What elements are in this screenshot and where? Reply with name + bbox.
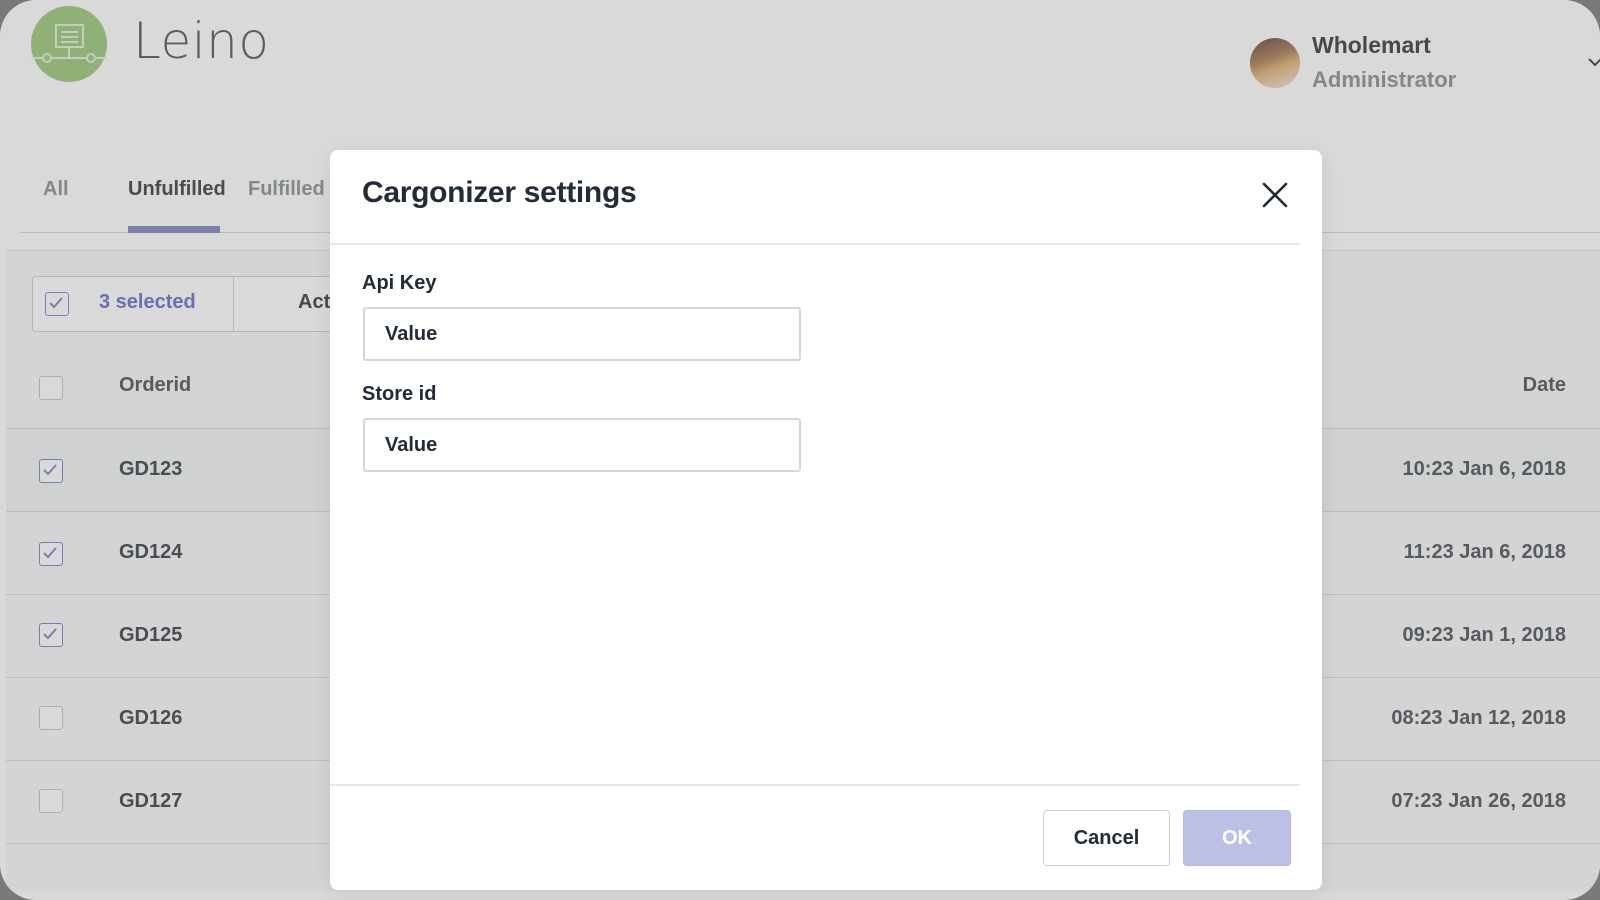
api-key-label: Api Key	[362, 272, 437, 294]
cargonizer-settings-dialog: Cargonizer settings Api Key Store id Can…	[330, 150, 1322, 890]
cancel-button[interactable]: Cancel	[1043, 810, 1170, 866]
ok-button[interactable]: OK	[1183, 810, 1291, 866]
divider	[330, 243, 1300, 245]
store-id-label: Store id	[362, 383, 437, 405]
divider	[330, 784, 1300, 786]
dialog-title: Cargonizer settings	[362, 176, 637, 209]
api-key-input[interactable]	[363, 307, 801, 361]
store-id-input[interactable]	[363, 418, 801, 472]
app-window: Leino Wholemart Administrator All Unfulf…	[0, 0, 1600, 900]
close-icon[interactable]	[1258, 178, 1292, 212]
